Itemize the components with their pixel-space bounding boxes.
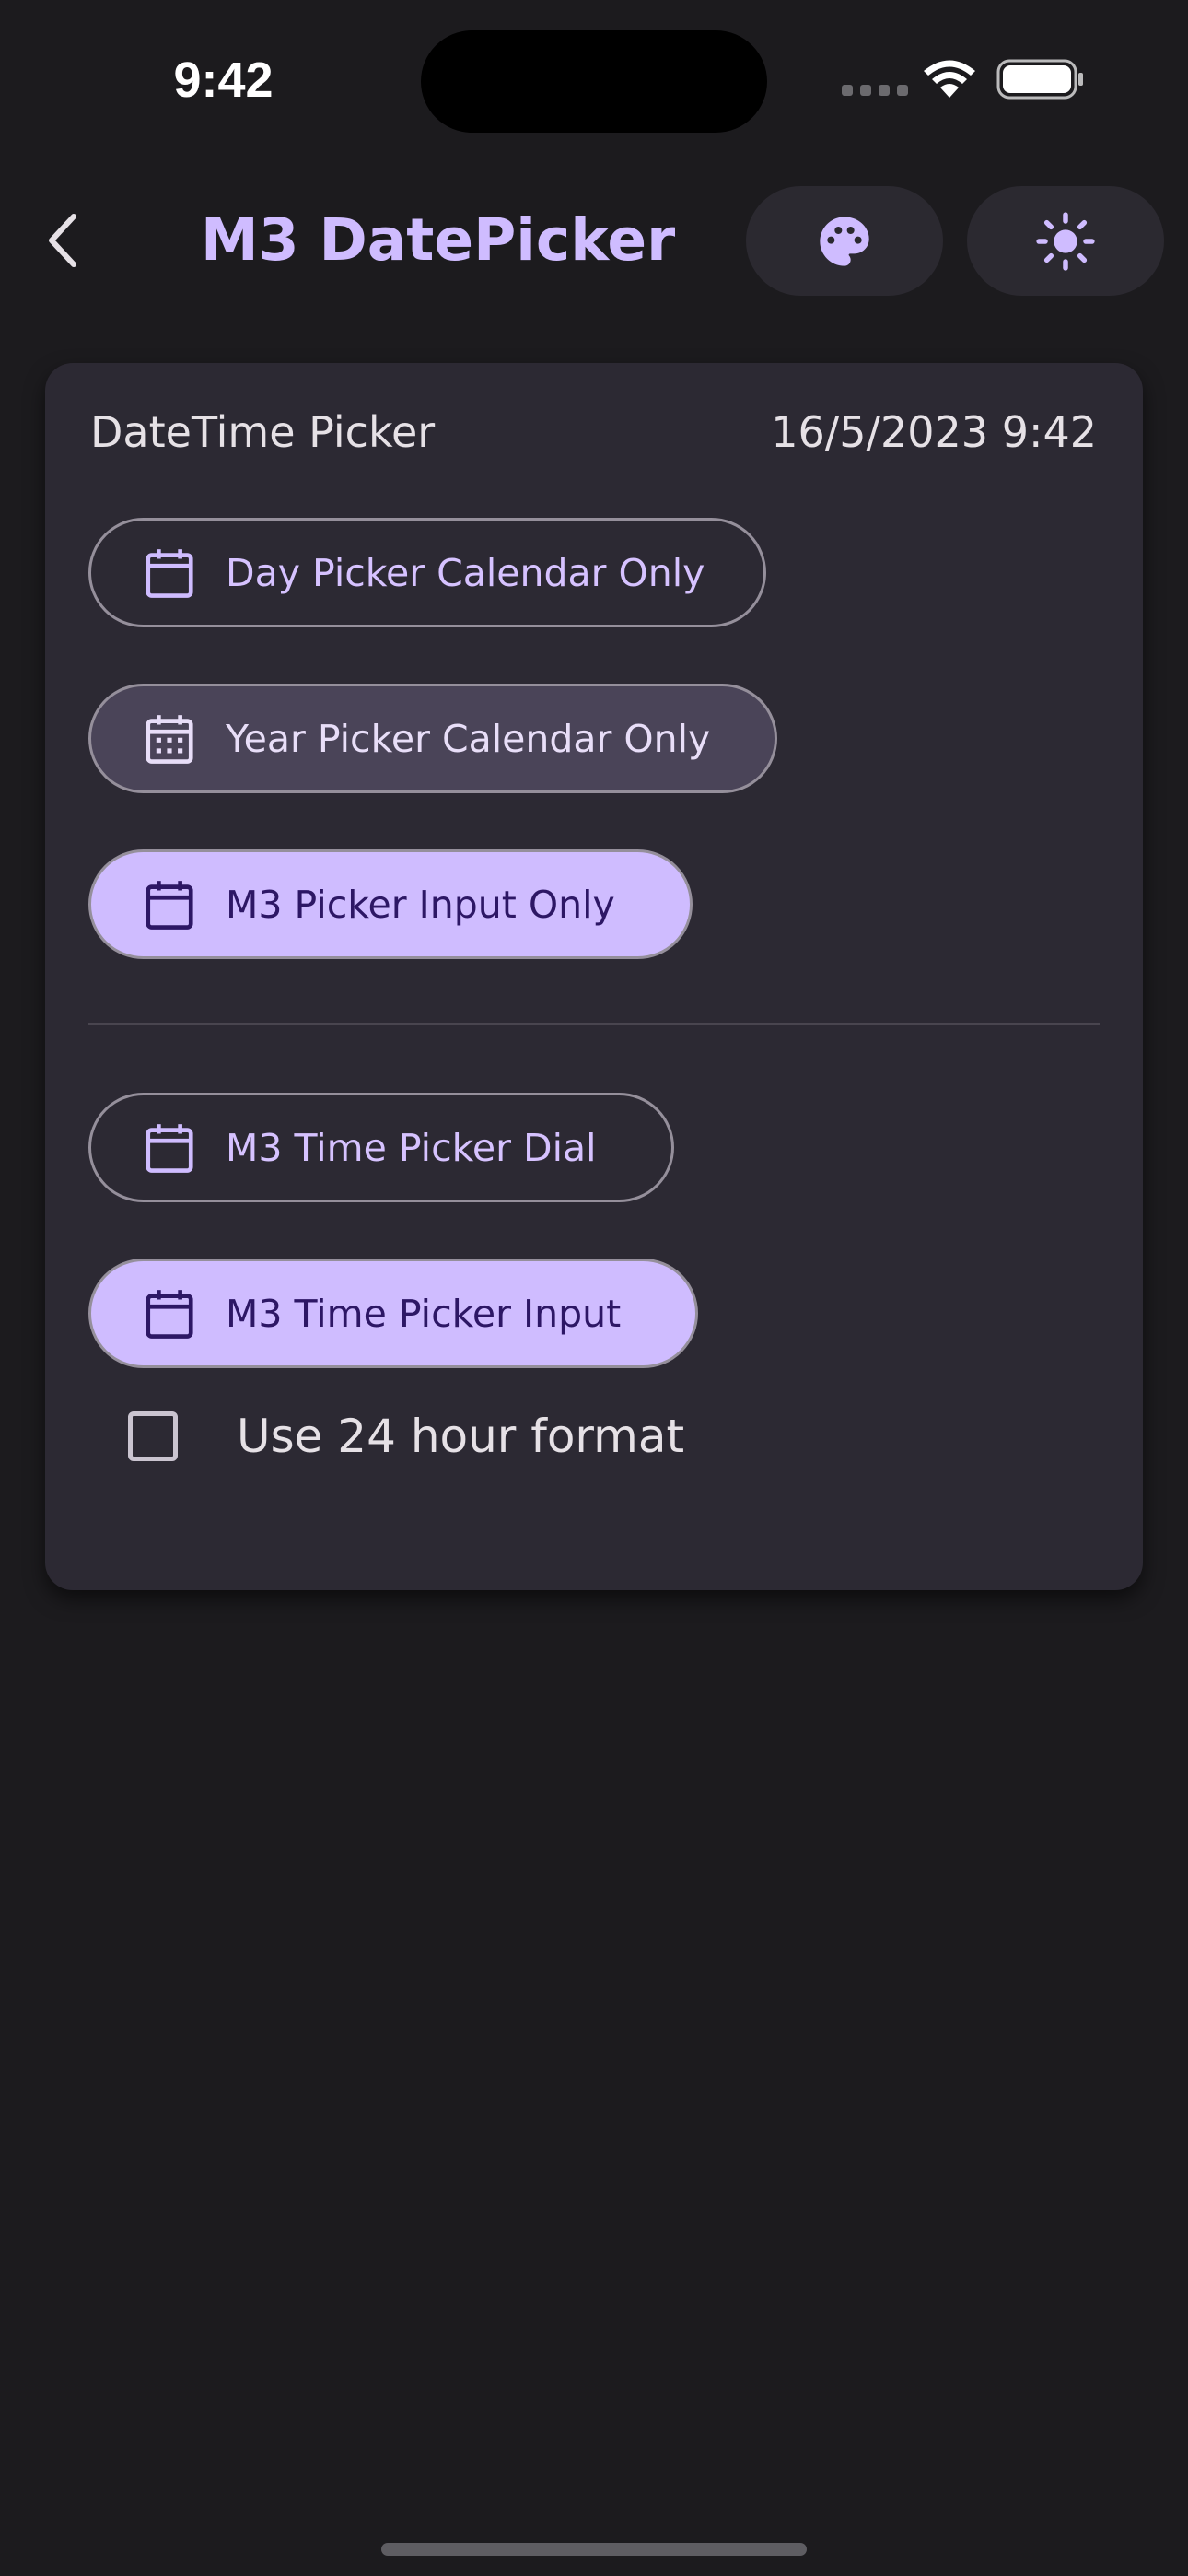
cellular-signal-icon xyxy=(842,85,908,96)
use-24-hour-checkbox[interactable] xyxy=(128,1411,178,1461)
year-picker-calendar-button[interactable]: Year Picker Calendar Only xyxy=(88,684,777,793)
chevron-left-icon xyxy=(49,214,76,267)
card-title: DateTime Picker xyxy=(90,407,436,457)
calendar-icon xyxy=(139,1118,200,1178)
home-indicator[interactable] xyxy=(381,2543,807,2556)
calendar-icon xyxy=(139,874,200,935)
button-label: Year Picker Calendar Only xyxy=(226,716,711,761)
dynamic-island xyxy=(421,30,767,133)
status-time: 9:42 xyxy=(173,53,274,108)
checkbox-label: Use 24 hour format xyxy=(237,1410,685,1463)
selected-datetime-value: 16/5/2023 9:42 xyxy=(771,407,1097,457)
calendar-icon xyxy=(139,1283,200,1344)
use-24-hour-row[interactable]: Use 24 hour format xyxy=(128,1395,684,1478)
day-picker-calendar-button[interactable]: Day Picker Calendar Only xyxy=(88,518,766,627)
calendar-grid-icon xyxy=(139,708,200,769)
m3-time-picker-input-button[interactable]: M3 Time Picker Input xyxy=(88,1259,698,1368)
battery-icon xyxy=(996,59,1083,100)
theme-palette-button[interactable] xyxy=(746,186,943,296)
datetime-picker-card: DateTime Picker 16/5/2023 9:42 Day Picke… xyxy=(45,363,1143,1590)
wifi-icon xyxy=(924,60,975,98)
m3-time-picker-dial-button[interactable]: M3 Time Picker Dial xyxy=(88,1093,674,1202)
button-label: M3 Time Picker Input xyxy=(226,1291,622,1336)
button-label: M3 Picker Input Only xyxy=(226,882,615,927)
sun-icon xyxy=(1036,211,1095,271)
page-title: M3 DatePicker xyxy=(201,206,676,274)
screen: 9:42 M3 DatePicker DateTime Picker 16/5/… xyxy=(0,0,1188,2576)
brightness-toggle-button[interactable] xyxy=(967,186,1164,296)
back-button[interactable] xyxy=(26,199,99,282)
calendar-icon xyxy=(139,543,200,603)
button-label: M3 Time Picker Dial xyxy=(226,1125,597,1170)
button-label: Day Picker Calendar Only xyxy=(226,550,705,595)
m3-picker-input-button[interactable]: M3 Picker Input Only xyxy=(88,849,693,959)
palette-icon xyxy=(820,216,869,266)
section-divider xyxy=(88,1023,1100,1025)
